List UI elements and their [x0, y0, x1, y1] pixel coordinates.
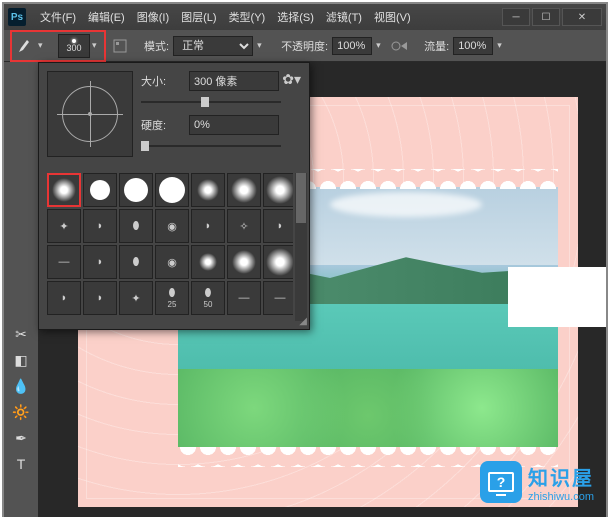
brush-preset[interactable] [155, 173, 189, 207]
brush-preset[interactable] [263, 245, 293, 279]
opacity-input[interactable] [332, 37, 372, 55]
brush-preset[interactable]: ◗ [191, 209, 225, 243]
brush-preset[interactable]: ✧ [227, 209, 261, 243]
blend-mode-select[interactable]: 正常 [173, 36, 253, 56]
brush-preset[interactable]: ⬮50 [191, 281, 225, 315]
blend-mode-label: 模式: [144, 38, 169, 54]
tools-panel: ✂ ◧ 💧 🔆 ✒ T [4, 62, 38, 517]
brush-preset-popup: ✿▾ 大小: 硬度: [38, 62, 310, 330]
brush-preset[interactable] [83, 173, 117, 207]
options-bar: ▾ 300 ▾ 模式: 正常 ▾ 不透明度: ▾ 流量: ▾ [4, 30, 606, 62]
eraser-tool[interactable]: ◧ [8, 348, 34, 372]
app-window: Ps 文件(F) 编辑(E) 图像(I) 图层(L) 类型(Y) 选择(S) 滤… [2, 2, 608, 517]
brush-preset[interactable] [119, 173, 153, 207]
brush-preset-dropdown-icon[interactable]: ▾ [92, 40, 102, 51]
app-logo: Ps [8, 8, 26, 26]
gear-icon[interactable]: ✿▾ [282, 71, 301, 88]
hardness-label: 硬度: [141, 117, 181, 133]
lace-strip-right [508, 277, 606, 317]
brush-preset[interactable] [191, 173, 225, 207]
brush-preset[interactable] [227, 173, 261, 207]
hardness-slider[interactable] [141, 139, 281, 153]
brush-preset[interactable]: ◗ [47, 281, 81, 315]
brush-preset[interactable] [191, 245, 225, 279]
brush-preset-soft-selected[interactable] [47, 173, 81, 207]
menu-type[interactable]: 类型(Y) [223, 9, 272, 25]
mode-dropdown-icon[interactable]: ▾ [257, 40, 267, 51]
brush-tool-icon[interactable] [14, 35, 36, 57]
blur-tool[interactable]: 💧 [8, 374, 34, 398]
main-area: ✂ ◧ 💧 🔆 ✒ T [4, 62, 606, 517]
size-slider[interactable] [141, 95, 281, 109]
watermark: ? 知识屋 zhishiwu.com [480, 461, 594, 503]
tablet-pressure-opacity-icon[interactable] [390, 36, 410, 56]
flow-label: 流量: [424, 38, 449, 54]
brush-panel-toggle-icon[interactable] [110, 36, 130, 56]
brush-preset-grid: ✦ ◗ ⬮ ◉ ◗ ✧ ◗ — ◗ ⬮ ◉ ◗ ◗ ✦ [47, 173, 293, 321]
scrollbar-thumb[interactable] [296, 173, 306, 223]
opacity-label: 不透明度: [281, 38, 328, 54]
highlighted-brush-controls: ▾ 300 ▾ [10, 30, 106, 62]
menu-edit[interactable]: 编辑(E) [82, 9, 131, 25]
crop-tool[interactable]: ✂ [8, 322, 34, 346]
brush-preset[interactable]: ◉ [155, 245, 189, 279]
brush-preset[interactable]: ⬮ [119, 245, 153, 279]
window-controls: ─ ☐ ✕ [502, 8, 602, 26]
type-tool[interactable]: T [8, 452, 34, 476]
watermark-url: zhishiwu.com [528, 491, 594, 503]
close-button[interactable]: ✕ [562, 8, 602, 26]
brush-preset[interactable]: — [227, 281, 261, 315]
brush-preset[interactable]: — [47, 245, 81, 279]
flow-dropdown-icon[interactable]: ▾ [497, 40, 507, 51]
tool-dropdown-icon[interactable]: ▾ [38, 40, 48, 51]
opacity-dropdown-icon[interactable]: ▾ [376, 40, 386, 51]
menu-view[interactable]: 视图(V) [368, 9, 417, 25]
brush-preset[interactable]: ◗ [263, 209, 293, 243]
brush-size-label: 25 [168, 300, 177, 309]
hardness-input[interactable] [189, 115, 279, 135]
menu-image[interactable]: 图像(I) [131, 9, 175, 25]
pen-tool[interactable]: ✒ [8, 426, 34, 450]
watermark-title: 知识屋 [528, 462, 594, 491]
brush-preset[interactable]: — [263, 281, 293, 315]
brush-preset[interactable]: ⬮ [119, 209, 153, 243]
brush-preset[interactable]: ◉ [155, 209, 189, 243]
brush-preset[interactable] [263, 173, 293, 207]
flow-input[interactable] [453, 37, 493, 55]
resize-grip-icon[interactable]: ◢ [299, 316, 307, 327]
title-bar: Ps 文件(F) 编辑(E) 图像(I) 图层(L) 类型(Y) 选择(S) 滤… [4, 4, 606, 30]
watermark-icon: ? [480, 461, 522, 503]
brush-angle-preview[interactable] [47, 71, 133, 157]
brush-preset[interactable]: ◗ [83, 281, 117, 315]
menu-filter[interactable]: 滤镜(T) [320, 9, 368, 25]
size-label: 大小: [141, 73, 181, 89]
brush-preset-picker[interactable]: 300 [58, 34, 90, 58]
brush-preset[interactable]: ◗ [83, 245, 117, 279]
brush-size-label: 50 [204, 300, 213, 309]
size-input[interactable] [189, 71, 279, 91]
maximize-button[interactable]: ☐ [532, 8, 560, 26]
brush-preset[interactable]: ✦ [47, 209, 81, 243]
menu-file[interactable]: 文件(F) [34, 9, 82, 25]
dodge-tool[interactable]: 🔆 [8, 400, 34, 424]
brush-preset[interactable] [227, 245, 261, 279]
preset-scrollbar[interactable] [295, 173, 307, 321]
brush-preset[interactable]: ⬮25 [155, 281, 189, 315]
minimize-button[interactable]: ─ [502, 8, 530, 26]
menu-select[interactable]: 选择(S) [271, 9, 320, 25]
brush-preset[interactable]: ✦ [119, 281, 153, 315]
brush-preset[interactable]: ◗ [83, 209, 117, 243]
menu-layer[interactable]: 图层(L) [175, 9, 222, 25]
brush-size-readout: 300 [66, 43, 81, 53]
